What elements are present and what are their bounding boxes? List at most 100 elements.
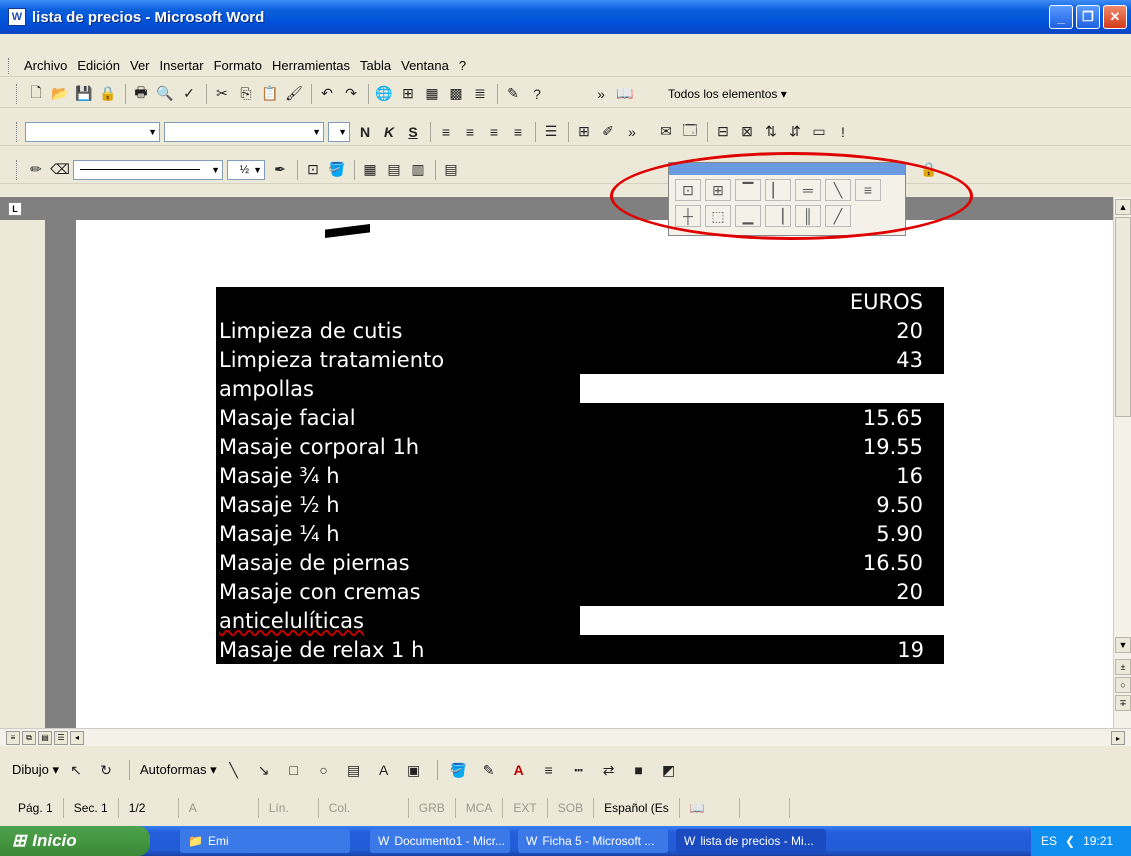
highlight-icon[interactable]: ✐ <box>597 121 619 143</box>
outline-view-icon[interactable]: ☰ <box>54 730 68 745</box>
bullets-icon[interactable]: ☰ <box>540 121 562 143</box>
spelling-icon[interactable]: ✓ <box>178 83 200 105</box>
more-buttons-icon[interactable]: » <box>590 83 612 105</box>
permission-icon[interactable]: 🔒 <box>97 83 119 105</box>
status-grb[interactable]: GRB <box>409 798 456 818</box>
justify-icon[interactable]: ≡ <box>507 121 529 143</box>
open-folder-icon[interactable]: 📂 <box>49 83 71 105</box>
select-objects-icon[interactable]: ↖ <box>65 759 87 781</box>
columns-icon[interactable]: ≣ <box>469 83 491 105</box>
letter-icon[interactable]: ✉ <box>655 121 677 143</box>
redo-icon[interactable]: ↷ <box>340 83 362 105</box>
delete-row-icon[interactable]: ⊠ <box>736 121 758 143</box>
scroll-thumb[interactable] <box>1115 217 1131 417</box>
print-view-icon[interactable]: ▤ <box>38 730 52 745</box>
status-language[interactable]: Español (Es <box>594 798 680 818</box>
price-table[interactable]: EUROS Limpieza de cutis 20 Limpieza trata… <box>214 287 945 664</box>
status-sob[interactable]: SOB <box>548 798 595 818</box>
taskbar-item[interactable]: W Ficha 5 - Microsoft ... <box>518 829 668 853</box>
minimize-button[interactable]: _ <box>1049 5 1073 29</box>
fill-color-icon[interactable]: 🪣 <box>448 759 470 781</box>
clipart-icon[interactable]: ▣ <box>403 759 425 781</box>
italic-icon[interactable]: K <box>378 121 400 143</box>
format-painter-icon[interactable]: 🖌 <box>283 83 305 105</box>
line-color-icon[interactable]: ✎ <box>478 759 500 781</box>
tables-borders-icon[interactable]: ⊞ <box>397 83 419 105</box>
start-button[interactable]: ⊞ Inicio <box>0 826 150 856</box>
line-icon[interactable]: ╲ <box>223 759 245 781</box>
line-style-icon[interactable]: ≡ <box>538 759 560 781</box>
normal-view-icon[interactable]: ≡ <box>6 730 20 745</box>
arrow-icon[interactable]: ↘ <box>253 759 275 781</box>
insert-excel-icon[interactable]: ▩ <box>445 83 467 105</box>
border-color-icon[interactable]: ✒ <box>269 159 291 181</box>
menu-edicion[interactable]: Edición <box>77 58 120 73</box>
dash-style-icon[interactable]: ┅ <box>568 759 590 781</box>
shadow-icon[interactable]: ■ <box>628 759 650 781</box>
taskbar-item[interactable]: 📁 Emi <box>180 829 350 853</box>
font-size-select[interactable]: ▼ <box>328 121 350 142</box>
web-view-icon[interactable]: ⧉ <box>22 730 36 745</box>
sort-descending-icon[interactable]: ⇵ <box>784 121 806 143</box>
tab-selector-icon[interactable]: L <box>8 202 22 216</box>
clock[interactable]: 19:21 <box>1083 834 1113 848</box>
align-right-icon[interactable]: ≡ <box>483 121 505 143</box>
save-icon[interactable]: 💾 <box>73 83 95 105</box>
wordart-icon[interactable]: A <box>373 759 395 781</box>
align-left-icon[interactable]: ≡ <box>435 121 457 143</box>
style-select[interactable]: ▼ <box>25 121 160 142</box>
menu-tabla[interactable]: Tabla <box>360 58 391 73</box>
menu-herramientas[interactable]: Herramientas <box>272 58 350 73</box>
merge-cells-icon[interactable]: ▤ <box>383 159 405 181</box>
menu-ventana[interactable]: Ventana <box>401 58 449 73</box>
menu-help[interactable]: ? <box>459 58 466 73</box>
vertical-scrollbar[interactable]: ▲ ▼ ± ○ ∓ <box>1113 197 1131 728</box>
all-elements-dropdown[interactable]: Todos los elementos ▾ <box>668 87 787 101</box>
merge-icon[interactable]: ! <box>832 121 854 143</box>
browse-object-icon[interactable]: ○ <box>1115 677 1131 693</box>
bold-icon[interactable]: N <box>354 121 376 143</box>
font-color-icon[interactable]: A <box>508 759 530 781</box>
scroll-down-icon[interactable]: ▼ <box>1115 637 1131 653</box>
status-mca[interactable]: MCA <box>456 798 504 818</box>
rectangle-icon[interactable]: □ <box>283 759 305 781</box>
print-preview-icon[interactable]: 🔍 <box>154 83 176 105</box>
scroll-left-icon[interactable]: ◂ <box>70 730 84 745</box>
eraser-icon[interactable]: ⌫ <box>49 159 71 181</box>
line-style-select[interactable]: ▼ <box>73 159 223 180</box>
dibujo-menu[interactable]: Dibujo ▾ <box>12 762 59 778</box>
insert-table-icon[interactable]: ▦ <box>359 159 381 181</box>
arrow-style-icon[interactable]: ⇄ <box>598 759 620 781</box>
spelling-status-icon[interactable]: 📖 <box>680 798 740 818</box>
underline-icon[interactable]: S <box>402 121 424 143</box>
next-page-icon[interactable]: ∓ <box>1115 695 1131 711</box>
sort-ascending-icon[interactable]: ⇅ <box>760 121 782 143</box>
new-document-icon[interactable]: 🗋 <box>25 83 47 105</box>
insert-table-icon[interactable]: ▦ <box>421 83 443 105</box>
taskbar-item[interactable]: Wlista de precios - Mi... <box>676 829 826 853</box>
menu-archivo[interactable]: Archivo <box>24 58 67 73</box>
undo-icon[interactable]: ↶ <box>316 83 338 105</box>
pencil-icon[interactable]: ✏ <box>25 159 47 181</box>
outside-border-icon[interactable]: ⊡ <box>302 159 324 181</box>
previous-page-icon[interactable]: ± <box>1115 659 1131 675</box>
shading-color-icon[interactable]: 🪣 <box>326 159 348 181</box>
properties-icon[interactable]: 🗔 <box>679 121 701 143</box>
cut-icon[interactable]: ✂ <box>211 83 233 105</box>
close-button[interactable]: ✕ <box>1103 5 1127 29</box>
research-icon[interactable]: 📖 <box>614 83 636 105</box>
drawing-icon[interactable]: ✎ <box>502 83 524 105</box>
oval-icon[interactable]: ○ <box>313 759 335 781</box>
restore-button[interactable]: ❐ <box>1076 5 1100 29</box>
language-indicator[interactable]: ES <box>1041 834 1057 848</box>
more-buttons-icon[interactable]: » <box>621 121 643 143</box>
borders-icon[interactable]: ⊞ <box>573 121 595 143</box>
field-icon[interactable]: ▭ <box>808 121 830 143</box>
print-icon[interactable]: 🖶 <box>130 83 152 105</box>
align-center-icon[interactable]: ≡ <box>459 121 481 143</box>
menu-formato[interactable]: Formato <box>214 58 262 73</box>
horizontal-scrollbar[interactable]: ≡ ⧉ ▤ ☰ ◂ ▸ <box>0 728 1131 746</box>
font-select[interactable]: ▼ <box>164 121 324 142</box>
scroll-up-icon[interactable]: ▲ <box>1115 199 1131 215</box>
rotate-icon[interactable]: ↻ <box>95 759 117 781</box>
